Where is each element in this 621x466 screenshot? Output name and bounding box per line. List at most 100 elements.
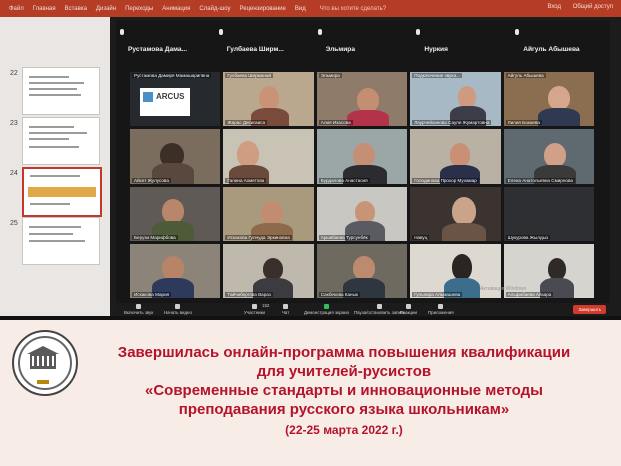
slide-thumbnail-selected[interactable] xyxy=(22,167,102,217)
slide-thumbnail[interactable] xyxy=(22,67,100,115)
apps-icon xyxy=(438,304,444,309)
slide-thumbnails-panel: 22 23 24 25 xyxy=(0,17,118,317)
speaker-cell[interactable]: Рустамова Дама... xyxy=(116,20,215,78)
mic-icon xyxy=(120,29,124,35)
people-icon xyxy=(251,304,257,309)
zoom-toolbar: Включить звук Начать видео Участники 152… xyxy=(116,303,610,316)
slide-number: 25 xyxy=(10,220,18,227)
participant-tile[interactable]: Елена Анатольевна Смирнова xyxy=(503,129,594,184)
participant-name: Галина Ахметова xyxy=(225,177,267,183)
share-screen-button[interactable]: Демонстрация экрана xyxy=(304,304,349,315)
screen-photo: Файл Главная Вставка Дизайн Переходы Ани… xyxy=(0,0,621,320)
end-meeting-button[interactable]: Завершить xyxy=(573,305,606,314)
participant-video-grid: Рустамова Дамиря Мамашарипвна ARCUS Гулб… xyxy=(130,72,594,298)
participant-name: Сакбекова Канык xyxy=(318,292,360,297)
participant-name: Лаурчейхановa Сауле Жумартовна xyxy=(412,120,492,126)
record-icon xyxy=(377,304,383,309)
announcement-line: «Современные стандарты и инновационные м… xyxy=(145,382,543,399)
participant-tile[interactable]: Шукурова Жылдыз xyxy=(503,186,594,241)
recording-button[interactable]: Пауза/остановить запись xyxy=(354,304,405,315)
tell-me-search[interactable]: Что вы хотите сделать? xyxy=(320,6,386,12)
participant-name: Рустамова Дамиря Мамашарипвна xyxy=(132,73,212,78)
participant-name: Айсет Жулусова xyxy=(132,177,171,183)
unmute-button[interactable]: Включить звук xyxy=(124,304,153,315)
participant-name: Подключение звука... xyxy=(412,73,462,78)
participant-name: Жарас Дисигаиса xyxy=(225,120,268,126)
chat-icon xyxy=(283,304,289,309)
participant-tile[interactable]: Подключение звука... Лаурчейхановa Сауле… xyxy=(410,72,501,127)
participant-name: Бурдалова Анастасия xyxy=(318,177,370,183)
speaker-cell[interactable]: Айгуль Абышева xyxy=(511,20,610,78)
participant-name: Эльмира xyxy=(318,73,342,78)
participant-tile[interactable]: Искакова Мария xyxy=(130,243,221,298)
participant-name: Гульнара Альмашева xyxy=(412,292,463,297)
arcus-logo: ARCUS xyxy=(140,88,190,116)
participant-tile[interactable]: Искакова Гулнуда Эркиновна xyxy=(223,186,314,241)
participant-name: Альфабаева Айзара xyxy=(505,292,554,297)
slide-number: 24 xyxy=(10,170,18,177)
tab-view[interactable]: Вид xyxy=(295,6,306,12)
participant-tile[interactable]: Сакбекова Канык xyxy=(316,243,408,298)
start-video-button[interactable]: Начать видео xyxy=(164,304,192,315)
tab-transitions[interactable]: Переходы xyxy=(125,6,153,12)
share-screen-icon xyxy=(323,304,329,309)
tab-review[interactable]: Рецензирование xyxy=(240,6,286,12)
announcement-dates: (22-25 марта 2022 г.) xyxy=(285,423,403,437)
participant-tile[interactable]: Навуц xyxy=(410,186,501,241)
speaker-cell[interactable]: Гулбаева Ширм... xyxy=(215,20,314,78)
participant-tile[interactable]: Берузи Марифбова xyxy=(130,186,221,241)
mic-icon xyxy=(218,29,223,35)
share-link[interactable]: Общий доступ xyxy=(573,4,613,10)
participant-tile[interactable]: Гулбаева Ширманай Жарас Дисигаиса xyxy=(223,72,314,127)
participant-tile[interactable]: Арывбаева Турсунбёк xyxy=(316,186,408,241)
tab-file[interactable]: Файл xyxy=(9,6,24,12)
announcement-text: Завершилась онлайн-программа повышения к… xyxy=(70,343,618,440)
tab-slideshow[interactable]: Слайд-шоу xyxy=(199,6,230,12)
ribbon-right: Вход Общий доступ xyxy=(537,4,613,10)
participant-tile[interactable]: Эльмира Алия Изасова xyxy=(316,72,408,127)
speaker-strip: Рустамова Дама... Гулбаева Ширм... Эльми… xyxy=(116,20,610,78)
participant-tile[interactable]: Рустамова Дамиря Мамашарипвна ARCUS xyxy=(130,72,221,127)
chat-button[interactable]: Чат xyxy=(282,304,289,315)
participant-name: Гулбаева Ширманай xyxy=(225,73,274,78)
slide-number: 23 xyxy=(10,120,18,127)
participant-tile[interactable]: Бурдалова Анастасия xyxy=(316,129,408,184)
tab-design[interactable]: Дизайн xyxy=(96,6,116,12)
speaker-cell[interactable]: Нуркия xyxy=(412,20,511,78)
participant-name: Тайчибергова Вараз xyxy=(225,292,273,297)
participant-name: Голодинова Прохор Мухамар xyxy=(412,177,479,183)
powerpoint-ribbon: Файл Главная Вставка Дизайн Переходы Ани… xyxy=(0,0,621,17)
slide-thumbnail[interactable] xyxy=(22,117,100,165)
slide-thumbnail[interactable] xyxy=(22,217,100,265)
microphone-icon xyxy=(136,304,142,309)
participant-name: Алия Изасова xyxy=(318,120,353,126)
participant-name: Арывбаева Турсунбёк xyxy=(318,234,370,240)
participant-name: Лилия Бакаева xyxy=(505,120,542,126)
participant-tile[interactable]: Галина Ахметова xyxy=(223,129,314,184)
sign-in-link[interactable]: Вход xyxy=(547,4,561,10)
tab-insert[interactable]: Вставка xyxy=(65,6,87,12)
participant-name: Искакова Мария xyxy=(132,292,172,297)
windows-activation-watermark: Активация Windows xyxy=(480,286,527,292)
zoom-meeting-window: Рустамова Дама... Гулбаева Ширм... Эльми… xyxy=(116,20,610,316)
speaker-name: Эльмира xyxy=(325,46,355,53)
tab-home[interactable]: Главная xyxy=(33,6,56,12)
reactions-button[interactable]: Реакции xyxy=(400,304,417,315)
participant-name: Искакова Гулнуда Эркиновна xyxy=(225,234,292,240)
speaker-cell[interactable]: Эльмира xyxy=(314,20,413,78)
announcement-line: для учителей-русистов xyxy=(256,363,432,380)
speaker-name: Гулбаева Ширм... xyxy=(226,46,284,53)
announcement-line: Завершилась онлайн-программа повышения к… xyxy=(117,344,571,361)
participant-name: Берузи Марифбова xyxy=(132,234,178,240)
mic-icon xyxy=(317,29,322,35)
announcement-line: преподавания русского языка школьникам» xyxy=(178,401,510,418)
participant-tile[interactable]: Голодинова Прохор Мухамар xyxy=(410,129,501,184)
tab-animation[interactable]: Анимация xyxy=(162,6,190,12)
apps-button[interactable]: Приложения xyxy=(428,304,454,315)
participant-tile[interactable]: Айгуль Абышева Лилия Бакаева xyxy=(503,72,594,127)
participant-name: Навуц xyxy=(412,234,430,240)
participant-tile[interactable]: Тайчибергова Вараз xyxy=(223,243,314,298)
participant-tile[interactable]: Айсет Жулусова xyxy=(130,129,221,184)
speaker-name: Рустамова Дама... xyxy=(128,46,188,53)
speaker-name: Айгуль Абышева xyxy=(523,46,580,53)
